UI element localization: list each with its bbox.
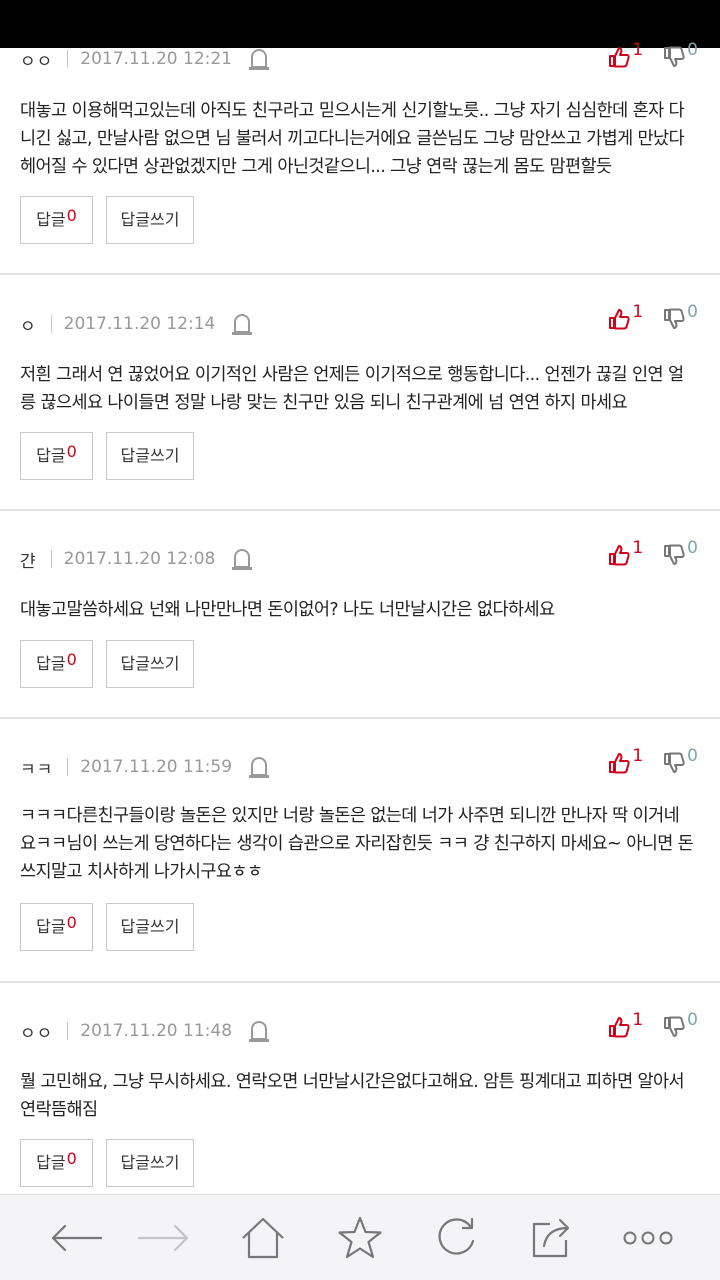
comment-date: 2017.11.20 12:21 [80,49,233,69]
downvote-count: 0 [687,1010,698,1030]
comment-separator [0,509,720,511]
comment-date: 2017.11.20 11:59 [80,757,233,777]
comment-separator [0,273,720,275]
thumbs-up-icon [609,545,630,566]
upvote-button[interactable]: 1 [608,538,643,566]
comment-author: ㅇㅇ [20,51,54,72]
upvote-count: 1 [632,40,644,60]
write-reply-button[interactable]: 답글쓰기 [106,903,194,951]
reply-count: 0 [66,442,77,461]
forward-button[interactable] [134,1213,194,1263]
divider [50,315,52,333]
downvote-count: 0 [687,302,698,322]
downvote-button[interactable]: 0 [663,746,698,774]
downvote-button[interactable]: 0 [663,302,698,330]
share-icon [532,1218,570,1258]
upvote-count: 1 [632,1010,644,1030]
write-reply-button[interactable]: 답글쓰기 [106,640,194,688]
write-reply-button[interactable]: 답글쓰기 [106,432,194,480]
thumbs-down-icon [664,1016,685,1037]
comment-author: 갼 [20,551,37,572]
browser-toolbar [0,1194,720,1280]
comment-author: ㅇ [20,316,37,337]
thumbs-down-icon [664,752,685,773]
divider [50,550,52,568]
report-icon[interactable] [231,547,253,571]
downvote-count: 0 [687,40,698,60]
upvote-count: 1 [632,302,644,322]
comment-separator [0,717,720,719]
thumbs-up-icon [609,47,630,68]
comment-separator [0,981,720,983]
downvote-button[interactable]: 0 [663,40,698,68]
bookmark-button[interactable] [330,1213,390,1263]
upvote-count: 1 [632,746,644,766]
downvote-count: 0 [687,538,698,558]
comment-text: 대놓고 이용해먹고있는데 아직도 친구라고 믿으시는게 신기할노릇.. 그냥 자… [20,101,685,177]
reply-count-button[interactable]: 답글 0 [20,903,93,951]
comment-text: 저흰 그래서 연 끊었어요 이기적인 사람은 언제든 이기적으로 행동합니다..… [20,365,684,413]
thumbs-down-icon [664,544,685,565]
upvote-button[interactable]: 1 [608,302,643,330]
back-icon [51,1224,103,1252]
reply-count: 0 [66,913,77,932]
thumbs-down-icon [664,46,685,67]
downvote-count: 0 [687,746,698,766]
share-button[interactable] [522,1213,582,1263]
report-icon[interactable] [248,755,270,779]
star-icon [338,1216,382,1259]
write-reply-button[interactable]: 답글쓰기 [106,1139,194,1187]
reply-count-button[interactable]: 답글 0 [20,432,93,480]
divider [67,758,69,776]
thumbs-up-icon [609,753,630,774]
reply-count-button[interactable]: 답글 0 [20,640,93,688]
upvote-count: 1 [632,538,644,558]
more-button[interactable] [618,1213,678,1263]
back-button[interactable] [46,1213,106,1263]
downvote-button[interactable]: 0 [663,538,698,566]
comment-text: ㅋㅋㅋ다른친구들이랑 놀돈은 있지만 너랑 놀돈은 없는데 너가 사주면 되니깐… [20,806,694,882]
divider [67,1022,69,1040]
comment-text: 뭘 고민해요, 그냥 무시하세요. 연락오면 너만날시간은없다고해요. 암튼 핑… [20,1072,685,1120]
reply-count: 0 [66,650,77,669]
reply-count: 0 [66,1149,77,1168]
refresh-icon [438,1217,475,1255]
thumbs-up-icon [609,1017,630,1038]
refresh-button[interactable] [426,1213,486,1263]
report-icon[interactable] [248,1019,270,1043]
comment-date: 2017.11.20 12:14 [63,314,216,334]
reply-count-button[interactable]: 답글 0 [20,196,93,244]
comment-text: 대놓고말씀하세요 넌왜 나만만나면 돈이없어? 나도 너만날시간은 없다하세요 [20,600,555,620]
thumbs-up-icon [609,309,630,330]
upvote-button[interactable]: 1 [608,1010,643,1038]
comment-author: ㅋㅋ [20,759,54,780]
divider [67,50,69,68]
home-button[interactable] [233,1213,293,1263]
upvote-button[interactable]: 1 [608,40,643,68]
more-icon [623,1231,673,1245]
home-icon [242,1217,284,1259]
comment-list: ㅇㅇ 2017.11.20 12:21 1 0 대놓고 이용해먹고있는데 아직도… [0,0,720,1194]
forward-icon [137,1224,189,1252]
report-icon[interactable] [231,312,253,336]
comment-date: 2017.11.20 11:48 [80,1021,233,1041]
upvote-button[interactable]: 1 [608,746,643,774]
comment-author: ㅇㅇ [20,1023,54,1044]
reply-count: 0 [66,206,77,225]
downvote-button[interactable]: 0 [663,1010,698,1038]
write-reply-button[interactable]: 답글쓰기 [106,196,194,244]
comment-date: 2017.11.20 12:08 [63,549,216,569]
thumbs-down-icon [664,308,685,329]
report-icon[interactable] [248,47,270,71]
reply-count-button[interactable]: 답글 0 [20,1139,93,1187]
